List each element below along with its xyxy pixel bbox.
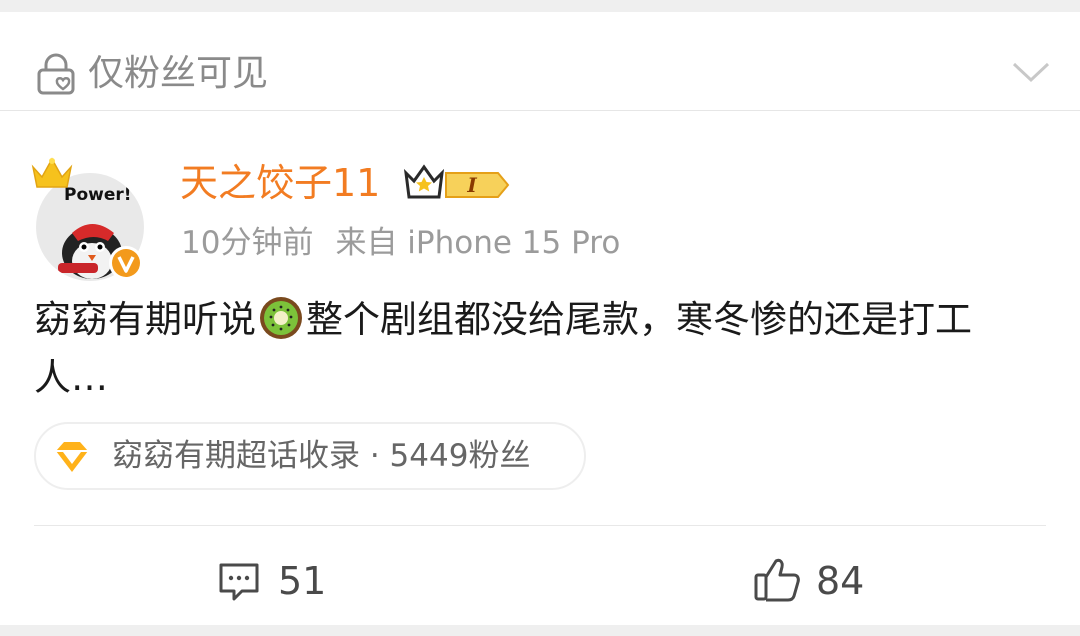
crown-icon	[31, 157, 73, 188]
post-card: Power! 天之饺子11 I 10分钟前 来自 iPhone 15 Pro 窈…	[0, 111, 1080, 625]
post-text-part-1: 窈窈有期听说	[34, 298, 256, 341]
kiwi-emoji-icon	[260, 297, 302, 339]
visibility-label: 仅粉丝可见	[88, 53, 269, 94]
super-topic-chip[interactable]: 窈窈有期超话收录 · 5449粉丝	[34, 422, 586, 490]
post-source: 来自 iPhone 15 Pro	[335, 225, 621, 261]
lock-heart-icon	[37, 53, 75, 95]
vip-badge-text: I	[466, 173, 477, 197]
post-text: 窈窈有期听说 整个剧组都没给尾款，寒冬惨的还是打工人…	[34, 291, 1034, 407]
thumbs-up-icon	[754, 558, 800, 602]
vip-level-badge-icon[interactable]: I	[402, 161, 512, 205]
verified-badge-icon	[109, 246, 143, 280]
chevron-down-icon[interactable]	[1008, 52, 1054, 92]
visibility-header: 仅粉丝可见	[0, 12, 1080, 111]
super-topic-label: 窈窈有期超话收录 · 5449粉丝	[112, 438, 531, 474]
post-time: 10分钟前	[181, 225, 314, 261]
comment-count: 51	[278, 559, 327, 603]
like-button[interactable]: 84	[752, 551, 902, 611]
divider	[34, 525, 1046, 526]
top-gap	[0, 0, 1080, 12]
like-count: 84	[816, 559, 865, 603]
comment-button[interactable]: 51	[216, 551, 366, 611]
diamond-icon	[56, 442, 88, 472]
avatar-container[interactable]: Power!	[30, 133, 155, 281]
post-meta: 10分钟前 来自 iPhone 15 Pro	[181, 221, 620, 265]
comment-icon	[219, 563, 259, 601]
bottom-gap	[0, 625, 1080, 636]
user-name[interactable]: 天之饺子11	[180, 157, 380, 209]
